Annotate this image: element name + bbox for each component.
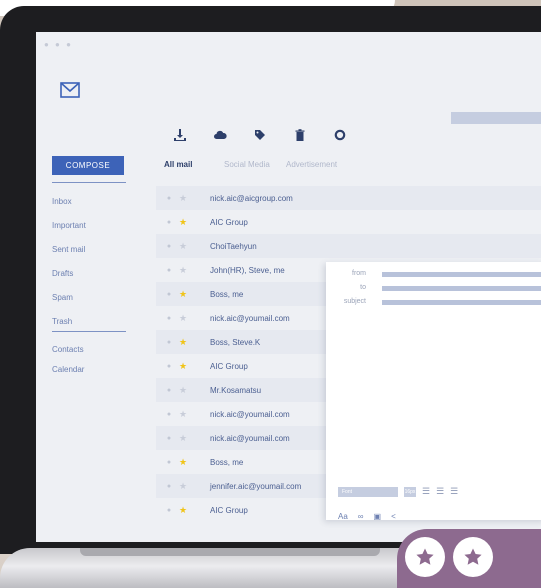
search-input[interactable] bbox=[451, 112, 541, 124]
star-icon[interactable]: ★ bbox=[178, 217, 188, 228]
star-icon[interactable]: ★ bbox=[178, 265, 188, 276]
checkbox-icon[interactable]: ● bbox=[164, 507, 174, 514]
mail-sender: ChoiTaehyun bbox=[210, 241, 257, 251]
mail-sender: nick.aic@youmail.com bbox=[210, 313, 290, 323]
settings-icon[interactable] bbox=[320, 126, 360, 144]
link-icon[interactable]: ∞ bbox=[358, 512, 364, 521]
text-format-button[interactable]: Aa bbox=[338, 512, 348, 521]
star-icon[interactable]: ★ bbox=[178, 337, 188, 348]
sidebar-item-contacts[interactable]: Contacts bbox=[52, 345, 84, 354]
mail-sender: Mr.Kosamatsu bbox=[210, 385, 262, 395]
mail-app-screen: ● ● ● COMPOSE Inbox Important Sent mail … bbox=[36, 32, 541, 542]
checkbox-icon[interactable]: ● bbox=[164, 315, 174, 322]
compose-button[interactable]: COMPOSE bbox=[52, 156, 124, 175]
checkbox-icon[interactable]: ● bbox=[164, 291, 174, 298]
mail-sender: John(HR), Steve, me bbox=[210, 265, 285, 275]
sidebar-divider bbox=[52, 331, 126, 332]
star-icon[interactable]: ★ bbox=[178, 361, 188, 372]
star-icon[interactable]: ★ bbox=[178, 457, 188, 468]
font-size-select[interactable]: 16px bbox=[404, 486, 416, 497]
star-icon[interactable]: ★ bbox=[178, 481, 188, 492]
compose-actions: Aa ∞ ▣ < bbox=[338, 512, 396, 521]
tag-icon[interactable] bbox=[240, 126, 280, 144]
window-controls[interactable]: ● ● ● bbox=[44, 40, 73, 49]
star-icon bbox=[464, 548, 482, 565]
star-icon[interactable]: ★ bbox=[178, 385, 188, 396]
mail-sender: nick.aic@aicgroup.com bbox=[210, 193, 293, 203]
sidebar-item-calendar[interactable]: Calendar bbox=[52, 365, 84, 374]
checkbox-icon[interactable]: ● bbox=[164, 195, 174, 202]
mail-sender: Boss, me bbox=[210, 289, 244, 299]
to-label: to bbox=[360, 284, 366, 291]
mail-toolbar bbox=[160, 126, 360, 144]
mail-row[interactable]: ● ★ AIC Group bbox=[156, 210, 541, 234]
laptop: ● ● ● COMPOSE Inbox Important Sent mail … bbox=[0, 6, 541, 554]
mail-sender: jennifer.aic@youmail.com bbox=[210, 481, 302, 491]
trash-icon[interactable] bbox=[280, 126, 320, 144]
cloud-icon[interactable] bbox=[200, 126, 240, 144]
subject-field[interactable] bbox=[382, 300, 541, 305]
from-field[interactable] bbox=[382, 272, 541, 277]
star-icon bbox=[416, 548, 434, 565]
mail-sender: AIC Group bbox=[210, 217, 248, 227]
mail-sender: nick.aic@youmail.com bbox=[210, 409, 290, 419]
align-right-icon[interactable]: ☰ bbox=[450, 486, 458, 497]
star-icon[interactable]: ★ bbox=[178, 409, 188, 420]
checkbox-icon[interactable]: ● bbox=[164, 363, 174, 370]
checkbox-icon[interactable]: ● bbox=[164, 243, 174, 250]
align-center-icon[interactable]: ☰ bbox=[436, 486, 444, 497]
mail-row[interactable]: ● ★ ChoiTaehyun bbox=[156, 234, 541, 258]
image-icon[interactable]: ▣ bbox=[374, 512, 382, 521]
mail-sender: AIC Group bbox=[210, 505, 248, 515]
star-icon[interactable]: ★ bbox=[178, 241, 188, 252]
sidebar-item-spam[interactable]: Spam bbox=[52, 293, 73, 302]
font-select[interactable]: Font bbox=[338, 486, 398, 497]
sidebar-item-inbox[interactable]: Inbox bbox=[52, 197, 72, 206]
star-icon[interactable]: ★ bbox=[178, 433, 188, 444]
sidebar-item-drafts[interactable]: Drafts bbox=[52, 269, 73, 278]
align-left-icon[interactable]: ☰ bbox=[422, 486, 430, 497]
star-icon[interactable]: ★ bbox=[178, 193, 188, 204]
star-button[interactable] bbox=[405, 537, 445, 577]
to-field[interactable] bbox=[382, 286, 541, 291]
checkbox-icon[interactable]: ● bbox=[164, 435, 174, 442]
sidebar-item-important[interactable]: Important bbox=[52, 221, 86, 230]
checkbox-icon[interactable]: ● bbox=[164, 219, 174, 226]
checkbox-icon[interactable]: ● bbox=[164, 387, 174, 394]
sidebar-item-trash[interactable]: Trash bbox=[52, 317, 72, 326]
checkbox-icon[interactable]: ● bbox=[164, 459, 174, 466]
mail-sender: AIC Group bbox=[210, 361, 248, 371]
tab-all-mail[interactable]: All mail bbox=[164, 160, 192, 169]
checkbox-icon[interactable]: ● bbox=[164, 339, 174, 346]
mail-logo-icon bbox=[60, 82, 80, 98]
sidebar-divider bbox=[52, 182, 126, 183]
rating-badge bbox=[397, 529, 541, 588]
checkbox-icon[interactable]: ● bbox=[164, 267, 174, 274]
sidebar-item-sent-mail[interactable]: Sent mail bbox=[52, 245, 85, 254]
format-toolbar: Font 16px ☰ ☰ ☰ bbox=[338, 486, 458, 497]
download-icon[interactable] bbox=[160, 126, 200, 144]
mail-row[interactable]: ● ★ nick.aic@aicgroup.com bbox=[156, 186, 541, 210]
mail-sender: Boss, me bbox=[210, 457, 244, 467]
laptop-notch bbox=[80, 548, 380, 556]
from-label: from bbox=[352, 270, 366, 277]
mail-sender: Boss, Steve.K bbox=[210, 337, 261, 347]
star-icon[interactable]: ★ bbox=[178, 313, 188, 324]
compose-window: from to subject Font 16px ☰ ☰ ☰ Aa ∞ ▣ < bbox=[326, 262, 541, 521]
mail-sender: nick.aic@youmail.com bbox=[210, 433, 290, 443]
checkbox-icon[interactable]: ● bbox=[164, 483, 174, 490]
star-icon[interactable]: ★ bbox=[178, 289, 188, 300]
subject-label: subject bbox=[343, 298, 366, 305]
star-icon[interactable]: ★ bbox=[178, 505, 188, 516]
tab-advertisement[interactable]: Advertisement bbox=[286, 160, 337, 169]
share-icon[interactable]: < bbox=[391, 512, 396, 521]
star-button[interactable] bbox=[453, 537, 493, 577]
checkbox-icon[interactable]: ● bbox=[164, 411, 174, 418]
tab-social-media[interactable]: Social Media bbox=[224, 160, 270, 169]
